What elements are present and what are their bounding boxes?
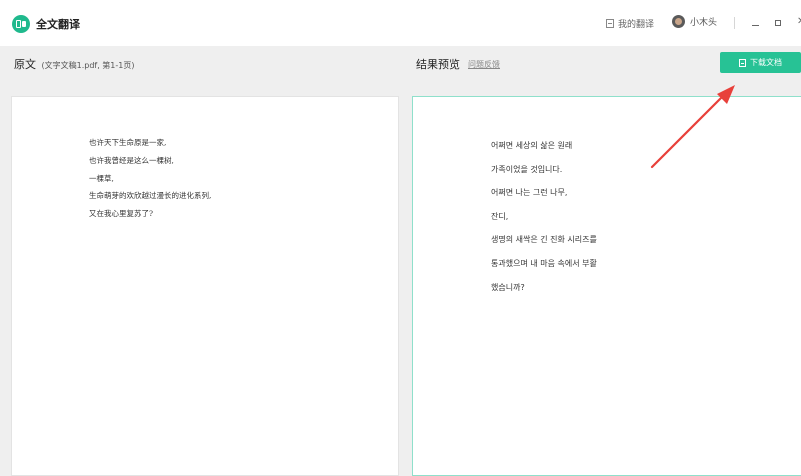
original-title: 原文 xyxy=(14,58,36,71)
original-document-panel[interactable]: 也许天下生命原是一家, 也许我曾经是这么一棵树, 一棵草, 生命萌芽的欢欣越过漫… xyxy=(11,96,399,476)
result-preview-panel[interactable]: 어쩌면 세상의 삶은 원래 가족이었을 것입니다. 어쩌면 나는 그런 나무, … xyxy=(412,96,801,476)
translated-line: 어쩌면 세상의 삶은 원래 xyxy=(491,141,573,150)
divider xyxy=(734,17,735,29)
translated-line: 어쩌면 나는 그런 나무, xyxy=(491,188,568,198)
user-menu[interactable]: 小木头 xyxy=(672,15,717,28)
original-line: 也许天下生命原是一家, xyxy=(89,138,167,147)
my-translations-link[interactable]: 我的翻译 xyxy=(606,17,654,30)
original-subtitle: (文字文稿1.pdf, 第1-1页) xyxy=(41,61,135,70)
close-icon[interactable]: ✕ xyxy=(797,16,801,27)
original-line: 一棵草, xyxy=(89,173,114,183)
feedback-link[interactable]: 问题反馈 xyxy=(468,59,500,70)
title-bar: 全文翻译 我的翻译 小木头 ✕ xyxy=(0,0,801,46)
document-icon xyxy=(739,58,746,67)
original-text: 也许天下生命原是一家, 也许我曾经是这么一棵树, 一棵草, 生命萌芽的欢欣越过漫… xyxy=(89,137,211,226)
download-label: 下载文档 xyxy=(750,58,782,67)
translated-line: 잔디, xyxy=(491,211,509,221)
translated-line: 가족이었을 것입니다. xyxy=(491,164,563,174)
translated-line: 했습니까? xyxy=(491,282,525,292)
original-line: 生命萌芽的欢欣越过漫长的进化系列, xyxy=(89,191,212,201)
app-name: 全文翻译 xyxy=(36,18,80,31)
original-line: 又在我心里复苏了? xyxy=(89,209,154,219)
translated-text: 어쩌면 세상의 삶은 원래 가족이었을 것입니다. 어쩌면 나는 그런 나무, … xyxy=(491,140,597,305)
document-icon xyxy=(606,19,614,28)
avatar xyxy=(672,15,685,28)
download-button[interactable]: 下载文档 xyxy=(720,52,801,73)
username: 小木头 xyxy=(690,18,718,28)
maximize-icon[interactable] xyxy=(775,20,781,26)
minimize-icon[interactable] xyxy=(752,25,759,26)
app-brand: 全文翻译 xyxy=(12,14,80,34)
original-header: 原文 (文字文稿1.pdf, 第1-1页) xyxy=(14,56,135,72)
original-line: 也许我曾经是这么一棵树, xyxy=(89,155,174,165)
translated-line: 통과했으며 내 마음 속에서 부활 xyxy=(491,258,597,268)
app-logo-icon xyxy=(12,15,30,33)
my-translations-label: 我的翻译 xyxy=(618,20,655,30)
result-title: 结果预览 xyxy=(416,58,460,71)
translated-line: 생명의 새싹은 긴 진화 시리즈를 xyxy=(491,235,597,245)
